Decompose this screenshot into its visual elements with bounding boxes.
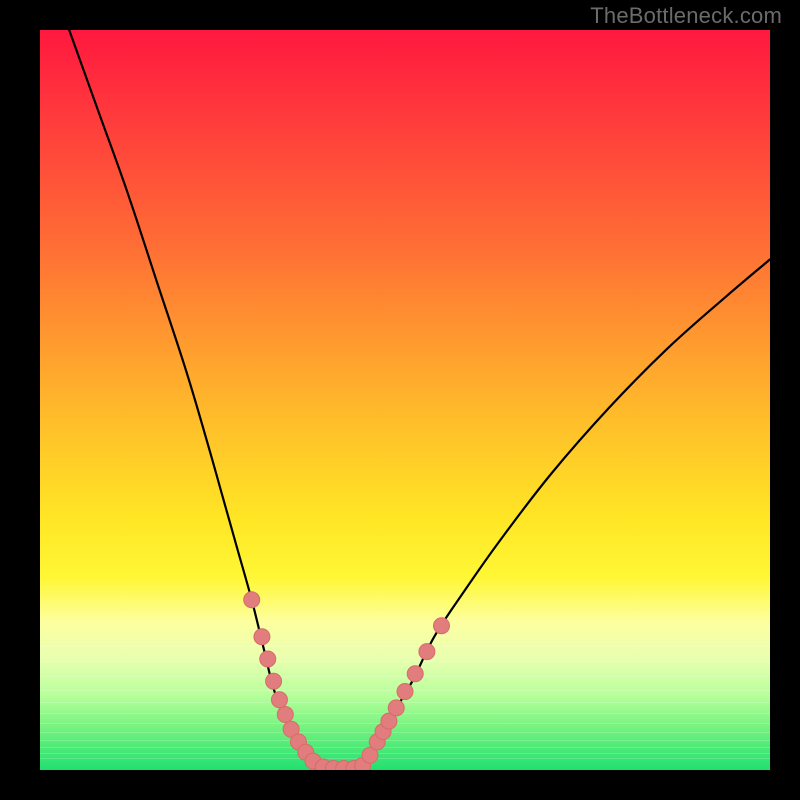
- marker-dot: [254, 629, 270, 645]
- chart-frame: TheBottleneck.com: [0, 0, 800, 800]
- marker-dot: [244, 592, 260, 608]
- curve-left: [69, 30, 317, 770]
- curve-right: [361, 259, 770, 770]
- marker-dots: [244, 592, 450, 770]
- marker-dot: [434, 618, 450, 634]
- watermark-text: TheBottleneck.com: [590, 3, 782, 29]
- plot-area: [40, 30, 770, 770]
- marker-dot: [397, 684, 413, 700]
- marker-dot: [260, 651, 276, 667]
- marker-dot: [407, 666, 423, 682]
- marker-dot: [419, 644, 435, 660]
- curve-group: [69, 30, 770, 770]
- marker-dot: [277, 707, 293, 723]
- chart-svg: [40, 30, 770, 770]
- marker-dot: [388, 700, 404, 716]
- marker-dot: [266, 673, 282, 689]
- marker-dot: [271, 692, 287, 708]
